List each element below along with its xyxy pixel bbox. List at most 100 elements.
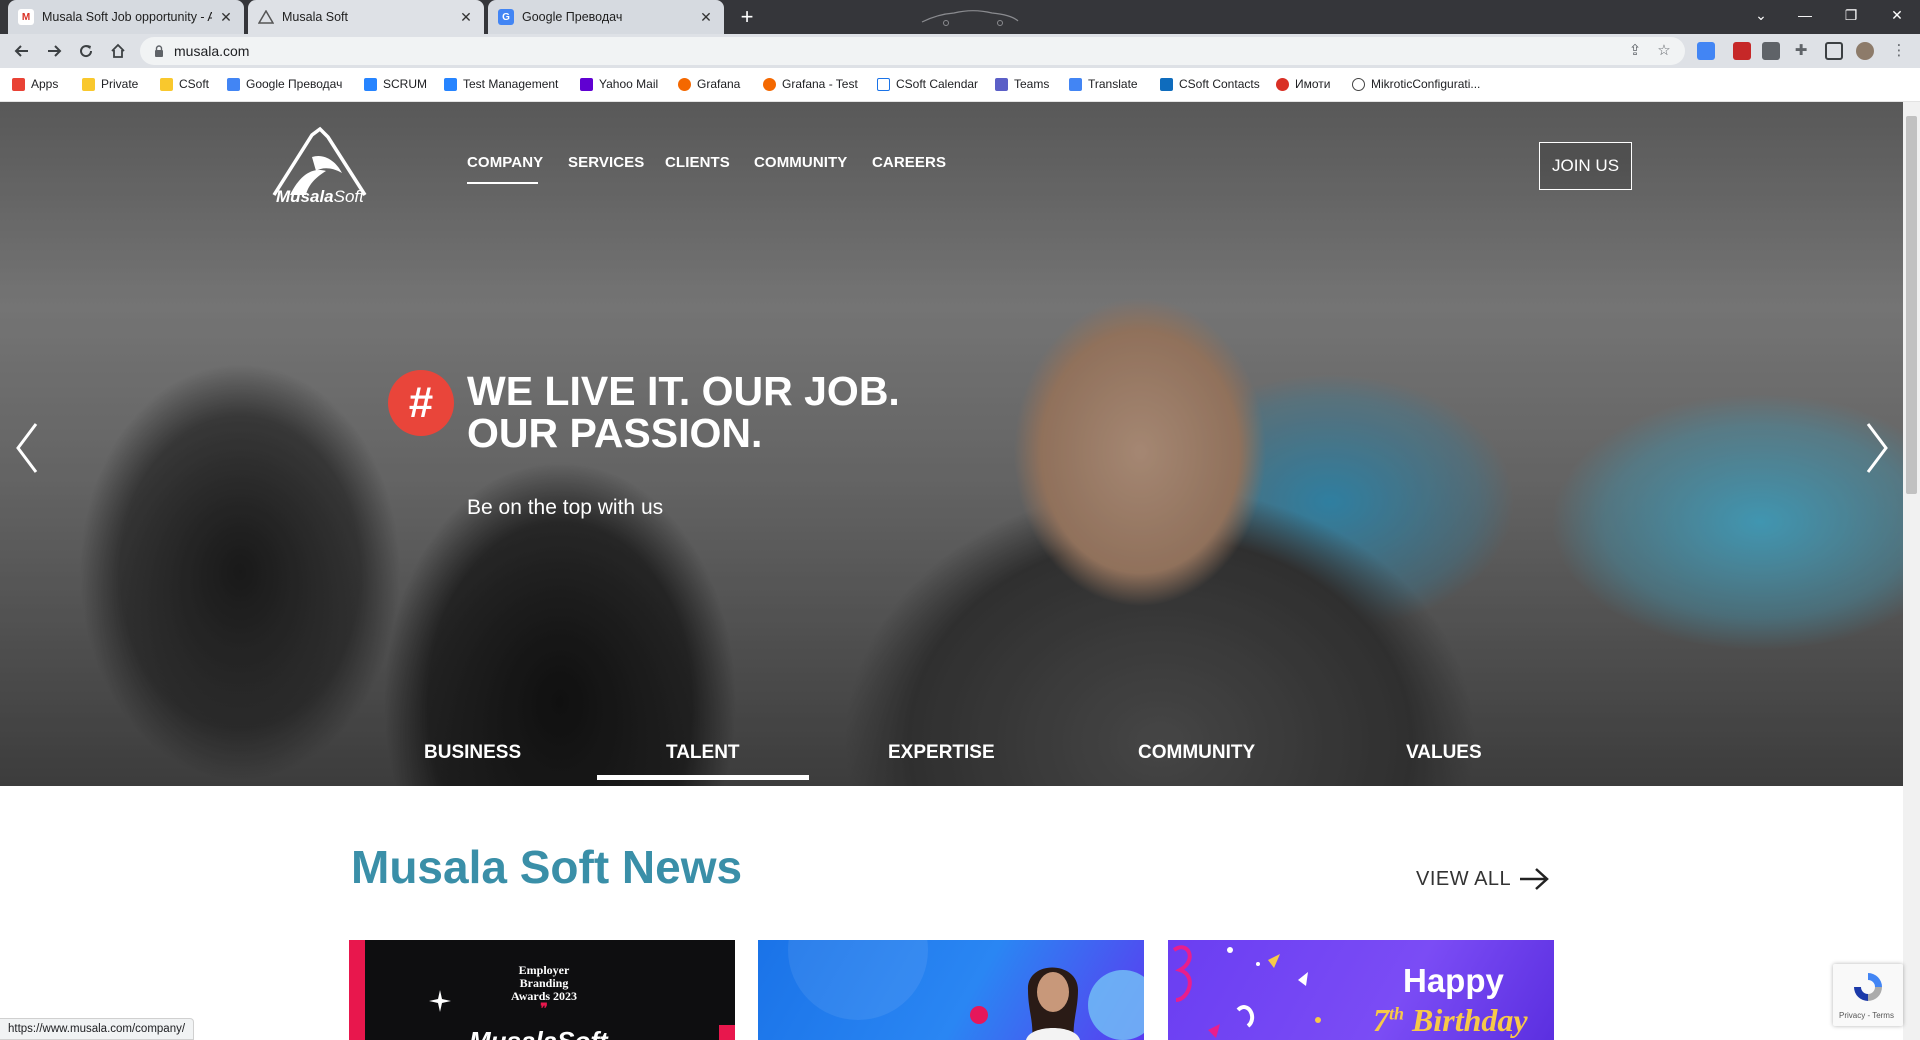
hero-headline-line2: OUR PASSION.: [467, 410, 763, 456]
bookmark-item[interactable]: CSoft Contacts: [1160, 77, 1260, 91]
translate-icon: [1069, 77, 1082, 91]
scrollbar-thumb[interactable]: [1906, 116, 1917, 494]
card-decoration-dot: [970, 1006, 988, 1024]
person-photo: [1026, 967, 1080, 1040]
extension-icon[interactable]: [1733, 42, 1751, 60]
car-decoration-icon: [921, 10, 1019, 26]
restore-button[interactable]: ❐: [1828, 0, 1874, 30]
logo-wordmark: MusalaSoft: [276, 187, 364, 207]
chevron-left-icon[interactable]: [12, 420, 42, 476]
browser-tab-musala[interactable]: Musala Soft ✕: [248, 0, 484, 34]
nav-clients[interactable]: CLIENTS: [665, 154, 730, 171]
close-icon[interactable]: ✕: [218, 9, 234, 26]
translate-extension-icon[interactable]: [1697, 42, 1715, 60]
news-card-employee[interactable]: [758, 940, 1144, 1040]
forward-button[interactable]: [42, 39, 66, 63]
jira-icon: [364, 77, 377, 91]
bookmark-item[interactable]: Test Management: [444, 77, 558, 91]
nav-careers[interactable]: CAREERS: [872, 154, 946, 171]
chevron-right-icon[interactable]: [1862, 420, 1892, 476]
news-section-title: Musala Soft News: [351, 841, 743, 893]
bookmark-item[interactable]: Google Преводач: [227, 77, 342, 91]
hashtag-badge: #: [388, 370, 454, 436]
home-button[interactable]: [106, 39, 130, 63]
card-decoration: [788, 940, 928, 1020]
news-card-birthday[interactable]: Happy 7th Birthday: [1168, 940, 1554, 1040]
close-icon[interactable]: ✕: [698, 9, 714, 26]
close-icon[interactable]: ✕: [458, 9, 474, 26]
birthday-text: 7th Birthday: [1373, 1002, 1528, 1039]
bookmark-item[interactable]: Private: [82, 77, 138, 91]
bookmark-item[interactable]: CSoft Calendar: [877, 77, 978, 91]
bookmark-item[interactable]: Grafana - Test: [763, 77, 858, 91]
slider-tab-community[interactable]: COMMUNITY: [1138, 742, 1255, 764]
teams-icon: [995, 77, 1008, 91]
tab-search-icon[interactable]: ⌄: [1738, 0, 1784, 30]
lock-icon: [155, 45, 163, 57]
yahoo-icon: [580, 77, 593, 91]
tab-title: Musala Soft Job opportunity - Au: [42, 10, 212, 24]
bookmark-item[interactable]: CSoft: [160, 77, 209, 91]
card-accent-bar: [349, 940, 365, 1040]
reload-button[interactable]: [74, 39, 98, 63]
hero-slider: MusalaSoft COMPANY SERVICES CLIENTS COMM…: [0, 102, 1903, 786]
new-tab-button[interactable]: +: [733, 5, 761, 29]
birthday-happy-text: Happy: [1403, 962, 1504, 999]
slider-tab-talent[interactable]: TALENT: [666, 742, 740, 764]
grafana-icon: [678, 77, 691, 91]
slider-tab-expertise[interactable]: EXPERTISE: [888, 742, 995, 764]
bookmark-label: Apps: [31, 77, 59, 91]
bookmark-label: Private: [101, 77, 139, 91]
arrow-right-icon: [48, 45, 62, 57]
bookmark-item[interactable]: SCRUM: [364, 77, 427, 91]
reload-icon: [80, 45, 93, 58]
star-icon[interactable]: ☆: [1655, 42, 1673, 60]
news-card-awards[interactable]: Employer Branding Awards 2023 ❞ MusalaSo…: [349, 940, 735, 1040]
bookmark-item[interactable]: Translate: [1069, 77, 1138, 91]
address-bar[interactable]: musala.com ⇪ ☆: [140, 37, 1685, 65]
bookmark-item[interactable]: Имоти: [1276, 77, 1330, 91]
view-all-link[interactable]: VIEW ALL: [1416, 868, 1511, 891]
recaptcha-badge[interactable]: Privacy - Terms: [1833, 964, 1903, 1026]
bookmark-label: CSoft Contacts: [1179, 77, 1260, 91]
sparkle-icon: [429, 990, 451, 1012]
minimize-button[interactable]: —: [1782, 0, 1828, 30]
quote-icon: ❞: [540, 1002, 548, 1017]
bookmark-item[interactable]: Grafana: [678, 77, 740, 91]
back-button[interactable]: [10, 39, 34, 63]
hero-headline-line1: WE LIVE IT. OUR JOB.: [467, 368, 900, 414]
recaptcha-links[interactable]: Privacy - Terms: [1839, 1011, 1894, 1020]
nav-active-indicator: [467, 182, 538, 184]
hero-subline: Be on the top with us: [467, 496, 664, 519]
bookmark-label: CSoft Calendar: [896, 77, 979, 91]
bookmark-item[interactable]: Apps: [12, 77, 58, 91]
nav-company[interactable]: COMPANY: [467, 154, 543, 171]
puzzle-icon[interactable]: ✚: [1792, 42, 1810, 60]
arrow-right-icon[interactable]: [1519, 866, 1549, 892]
avatar[interactable]: [1856, 42, 1874, 60]
join-us-button[interactable]: JOIN US: [1539, 142, 1632, 190]
slider-active-indicator: [597, 775, 809, 780]
slider-tab-values[interactable]: VALUES: [1406, 742, 1482, 764]
mikrotik-icon: [1352, 77, 1365, 91]
bookmark-label: Teams: [1014, 77, 1050, 91]
folder-icon: [82, 77, 95, 91]
nav-services[interactable]: SERVICES: [568, 154, 644, 171]
browser-tab-translate[interactable]: G Google Преводач ✕: [488, 0, 724, 34]
browser-toolbar: musala.com ⇪ ☆ ✚ ⋮: [0, 34, 1920, 68]
slider-tab-business[interactable]: BUSINESS: [424, 742, 521, 764]
side-panel-icon[interactable]: [1825, 42, 1843, 60]
browser-tab-gmail[interactable]: M Musala Soft Job opportunity - Au ✕: [8, 0, 244, 34]
close-window-button[interactable]: ✕: [1874, 0, 1920, 30]
imoti-icon: [1276, 77, 1289, 91]
menu-dots-icon[interactable]: ⋮: [1890, 42, 1908, 60]
screenshot-extension-icon[interactable]: [1762, 42, 1780, 60]
share-icon[interactable]: ⇪: [1626, 42, 1644, 60]
nav-community[interactable]: COMMUNITY: [754, 154, 847, 171]
bookmark-item[interactable]: Teams: [995, 77, 1049, 91]
home-icon: [111, 43, 125, 58]
bookmark-label: MikroticConfigurati...: [1371, 77, 1481, 91]
bookmark-item[interactable]: MikroticConfigurati...: [1352, 77, 1480, 91]
gmail-icon: M: [18, 9, 34, 25]
bookmark-item[interactable]: Yahoo Mail: [580, 77, 658, 91]
